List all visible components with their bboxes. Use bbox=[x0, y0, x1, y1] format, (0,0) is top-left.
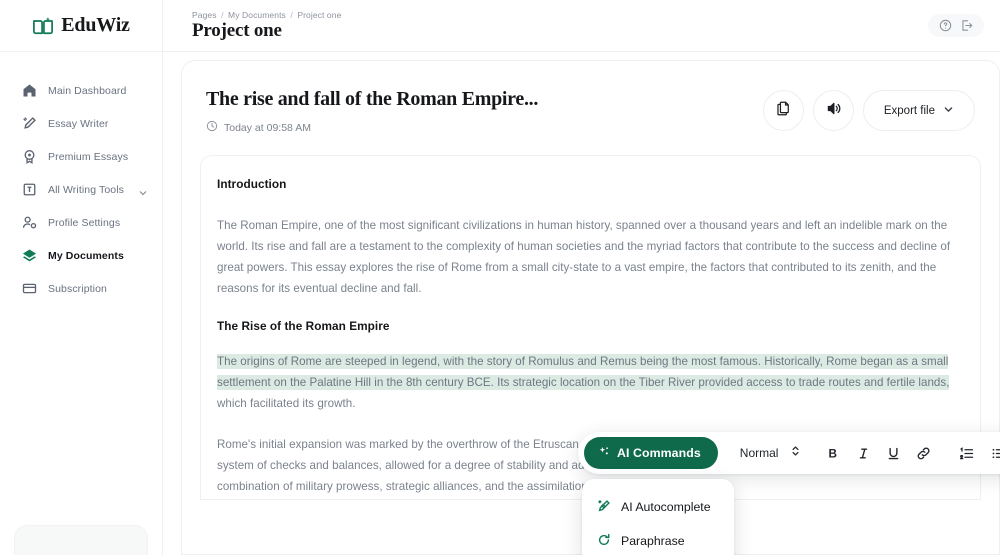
document-title: The rise and fall of the Roman Empire... bbox=[206, 88, 538, 111]
document-actions: Export file bbox=[763, 90, 975, 131]
link-button[interactable] bbox=[916, 446, 931, 461]
ordered-list-button[interactable] bbox=[959, 446, 974, 461]
bullet-list-button[interactable] bbox=[991, 446, 1000, 461]
chevron-down-icon bbox=[943, 104, 954, 118]
help-circle-icon[interactable] bbox=[939, 19, 952, 32]
text-style-select[interactable]: Normal bbox=[740, 444, 801, 462]
clock-icon bbox=[206, 120, 218, 135]
sidebar-item-label: My Documents bbox=[48, 250, 124, 262]
ai-commands-button[interactable]: AI Commands bbox=[584, 437, 718, 469]
refresh-icon bbox=[597, 533, 611, 550]
sparkle-icon bbox=[598, 446, 610, 461]
open-book-sparkle-icon bbox=[32, 16, 54, 36]
tools-frame-icon bbox=[22, 182, 37, 197]
sidebar-item-all-writing-tools[interactable]: All Writing Tools bbox=[0, 173, 162, 206]
breadcrumb-item-project-one[interactable]: Project one bbox=[297, 10, 341, 20]
document-timestamp: Today at 09:58 AM bbox=[206, 120, 538, 135]
sidebar-nav: Main Dashboard Essay Writer Premium Essa… bbox=[0, 52, 162, 305]
sidebar-item-premium-essays[interactable]: Premium Essays bbox=[0, 140, 162, 173]
app-root: EduWiz Main Dashboard Essay Writer Premi… bbox=[0, 0, 1000, 555]
breadcrumb-separator: / bbox=[290, 10, 292, 20]
credit-card-icon bbox=[22, 281, 37, 296]
ai-menu-item-label: Paraphrase bbox=[621, 534, 685, 548]
document-header: The rise and fall of the Roman Empire...… bbox=[182, 61, 999, 135]
topbar: Pages / My Documents / Project one Proje… bbox=[163, 0, 1000, 52]
sidebar-item-label: Subscription bbox=[48, 283, 107, 295]
sidebar: EduWiz Main Dashboard Essay Writer Premi… bbox=[0, 0, 163, 555]
ai-commands-menu: AI Autocomplete Paraphrase bbox=[582, 479, 734, 555]
pencil-sparkle-icon bbox=[22, 116, 37, 131]
list-format-group bbox=[959, 446, 1000, 461]
italic-button[interactable] bbox=[856, 446, 871, 461]
sidebar-item-my-documents[interactable]: My Documents bbox=[0, 239, 162, 272]
sidebar-item-label: Profile Settings bbox=[48, 217, 120, 229]
sidebar-item-subscription[interactable]: Subscription bbox=[0, 272, 162, 305]
speaker-icon bbox=[825, 100, 842, 122]
text-format-group: B bbox=[826, 446, 931, 461]
breadcrumb-item-pages[interactable]: Pages bbox=[192, 10, 217, 20]
export-file-button[interactable]: Export file bbox=[863, 90, 975, 131]
paragraph-introduction: The Roman Empire, one of the most signif… bbox=[217, 215, 964, 299]
main-area: Pages / My Documents / Project one Proje… bbox=[163, 0, 1000, 555]
logout-icon[interactable] bbox=[960, 19, 973, 32]
brand-name: EduWiz bbox=[61, 14, 129, 37]
up-down-arrows-icon bbox=[791, 444, 800, 462]
sidebar-item-label: Premium Essays bbox=[48, 151, 128, 163]
paragraph-origins: The origins of Rome are steeped in legen… bbox=[217, 351, 964, 414]
breadcrumb-item-my-documents[interactable]: My Documents bbox=[228, 10, 286, 20]
document-timestamp-text: Today at 09:58 AM bbox=[224, 122, 311, 134]
bold-button[interactable]: B bbox=[826, 446, 841, 461]
underline-button[interactable] bbox=[886, 446, 901, 461]
home-icon bbox=[22, 83, 37, 98]
pencil-sparkle-icon bbox=[597, 499, 611, 516]
section-heading-introduction: Introduction bbox=[217, 177, 964, 191]
selected-text-highlight: The origins of Rome are steeped in legen… bbox=[217, 354, 949, 390]
user-gear-icon bbox=[22, 215, 37, 230]
ai-menu-item-label: AI Autocomplete bbox=[621, 500, 711, 514]
topbar-actions bbox=[928, 14, 984, 37]
floating-format-toolbar: AI Commands Normal B bbox=[578, 432, 1000, 474]
text-style-value: Normal bbox=[740, 446, 779, 460]
brand-logo[interactable]: EduWiz bbox=[0, 0, 162, 52]
sidebar-item-main-dashboard[interactable]: Main Dashboard bbox=[0, 74, 162, 107]
copy-button[interactable] bbox=[763, 90, 804, 131]
sidebar-item-label: Main Dashboard bbox=[48, 85, 126, 97]
sidebar-promo-card[interactable] bbox=[14, 525, 148, 555]
ai-menu-item-autocomplete[interactable]: AI Autocomplete bbox=[582, 490, 734, 524]
section-heading-rise: The Rise of the Roman Empire bbox=[217, 319, 964, 333]
breadcrumb: Pages / My Documents / Project one bbox=[192, 10, 341, 20]
svg-text:B: B bbox=[829, 447, 837, 460]
read-aloud-button[interactable] bbox=[813, 90, 854, 131]
page-title: Project one bbox=[192, 21, 341, 41]
ai-commands-label: AI Commands bbox=[617, 446, 701, 460]
sidebar-item-label: All Writing Tools bbox=[48, 184, 124, 196]
breadcrumb-separator: / bbox=[221, 10, 223, 20]
paragraph-origins-rest: which facilitated its growth. bbox=[217, 397, 355, 410]
award-badge-icon bbox=[22, 149, 37, 164]
ai-menu-item-paraphrase[interactable]: Paraphrase bbox=[582, 524, 734, 555]
layers-icon bbox=[22, 248, 37, 263]
sidebar-item-profile-settings[interactable]: Profile Settings bbox=[0, 206, 162, 239]
sidebar-item-label: Essay Writer bbox=[48, 118, 109, 130]
copy-icon bbox=[775, 100, 792, 122]
chevron-down-icon[interactable] bbox=[138, 185, 148, 195]
sidebar-item-essay-writer[interactable]: Essay Writer bbox=[0, 107, 162, 140]
export-file-label: Export file bbox=[884, 105, 935, 117]
